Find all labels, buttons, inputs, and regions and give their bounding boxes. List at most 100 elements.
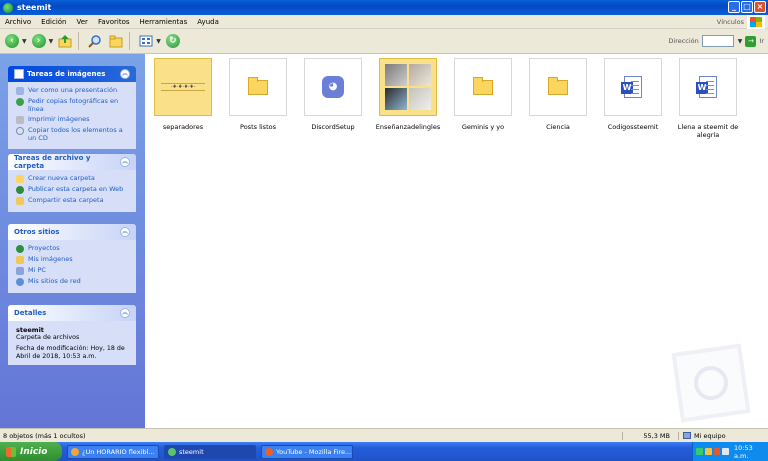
taskbar-item-label: ¿Un HORARIO flexibl... [82,447,155,456]
place-red[interactable]: Mis sitios de red [16,277,128,286]
search-button[interactable] [86,32,104,50]
details-modified: Fecha de modificación: Hoy, 18 de Abril … [16,345,125,360]
up-folder-button[interactable] [56,32,74,50]
file-item[interactable]: W Llena a steemit de alegría [672,58,744,139]
new-folder-icon [16,175,24,183]
menu-ver[interactable]: Ver [72,18,93,26]
menu-favoritos[interactable]: Favoritos [93,18,135,26]
status-size: 55,3 MB [622,431,678,440]
separator-preview: -♦-♦-♦-♦- [161,83,205,91]
task-share-folder[interactable]: Compartir esta carpeta [16,196,128,205]
word-document-icon: W [621,76,642,98]
sync-button[interactable]: ↻ [164,32,182,50]
address-dropdown-icon[interactable]: ▼ [738,38,743,45]
back-arrow-icon: ‹ [5,34,19,48]
toolbar-separator [78,32,80,50]
forward-arrow-icon: › [31,34,46,48]
file-item[interactable]: Posts listos [222,58,294,132]
windows-logo-icon [747,15,765,29]
file-name: Ciencia [546,123,570,131]
address-input[interactable] [701,35,734,47]
views-button[interactable] [137,32,155,50]
task-pane: Tareas de imágenes ︽ Ver como una presen… [0,54,145,428]
taskbar-item[interactable]: YouTube - Mozilla Fire... [261,444,353,459]
task-new-folder[interactable]: Crear nueva carpeta [16,174,128,183]
other-places-panel: Otros sitios ︽ Proyectos Mis imágenes Mi… [8,224,136,293]
address-bar: Dirección ▼ → Ir [668,35,764,47]
status-location-cell: Mi equipo [678,431,768,440]
file-item[interactable]: Enseñanzadelingles [372,58,444,132]
forward-button[interactable]: › [30,32,48,50]
file-tasks-header[interactable]: Tareas de archivo y carpeta ︽ [8,154,136,170]
details-header[interactable]: Detalles ︽ [8,305,136,321]
order-prints-icon [16,98,24,106]
file-view[interactable]: -♦-♦-♦-♦- separadores Posts listos ◕ Dis… [145,54,768,428]
file-name: Llena a steemit de alegría [677,123,739,139]
task-order-prints[interactable]: Pedir copias fotográficas en línea [16,97,128,113]
discord-tile: ◕ [304,58,362,116]
folder-icon [248,76,268,95]
security-icon[interactable] [704,448,712,455]
collapse-chevron-icon[interactable]: ︽ [120,157,130,167]
file-item[interactable]: -♦-♦-♦-♦- separadores [147,58,219,132]
place-proyectos[interactable]: Proyectos [16,244,128,253]
collapse-chevron-icon[interactable]: ︽ [120,69,130,79]
pictures-folder-icon [16,256,24,264]
maximize-button[interactable]: □ [741,1,753,13]
back-button[interactable]: ‹ [3,32,21,50]
place-mi-pc[interactable]: Mi PC [16,266,128,275]
image-tasks-header[interactable]: Tareas de imágenes ︽ [8,66,136,82]
views-dropdown-icon[interactable]: ▼ [156,38,161,45]
menu-herramientas[interactable]: Herramientas [135,18,193,26]
title-bar[interactable]: steemit _ □ × [0,0,768,15]
windows-flag-icon [6,446,16,457]
clock[interactable]: 10:53 a.m. [734,444,768,460]
menu-archivo[interactable]: Archivo [0,18,36,26]
folder-app-icon [3,2,13,13]
place-mis-imagenes[interactable]: Mis imágenes [16,255,128,264]
project-icon [16,245,24,253]
go-label[interactable]: Ir [759,37,764,45]
back-dropdown-icon[interactable]: ▼ [22,38,27,45]
toolbar-separator [129,32,131,50]
collapse-chevron-icon[interactable]: ︽ [120,227,130,237]
file-item[interactable]: W Codigossteemit [597,58,669,132]
task-copy-to-cd[interactable]: Copiar todos los elementos a un CD [16,126,128,142]
image-tasks-panel: Tareas de imágenes ︽ Ver como una presen… [8,66,136,149]
menu-edicion[interactable]: Edición [36,18,71,26]
forward-dropdown-icon[interactable]: ▼ [49,38,54,45]
discord-icon: ◕ [322,76,344,98]
task-publish-web[interactable]: Publicar esta carpeta en Web [16,185,128,194]
task-print-images[interactable]: Imprimir imágenes [16,115,128,124]
cd-icon [16,127,24,135]
taskbar-item[interactable]: steemit [164,444,256,459]
folder-tile [454,58,512,116]
file-item[interactable]: ◕ DiscordSetup [297,58,369,132]
up-folder-icon [58,35,72,48]
file-name: Posts listos [240,123,276,131]
folders-button[interactable] [107,32,125,50]
close-button[interactable]: × [754,1,766,13]
antivirus-icon[interactable] [713,448,721,455]
links-label[interactable]: Vínculos [717,18,744,26]
network-icon[interactable] [696,448,703,455]
task-slideshow[interactable]: Ver como una presentación [16,86,128,95]
minimize-button[interactable]: _ [728,1,740,13]
collapse-chevron-icon[interactable]: ︽ [120,308,130,318]
place-label: Mi PC [28,266,46,274]
place-label: Proyectos [28,244,60,252]
task-label: Pedir copias fotográficas en línea [28,97,119,113]
volume-icon[interactable] [722,448,729,455]
menu-ayuda[interactable]: Ayuda [192,18,224,26]
share-folder-icon [16,197,24,205]
task-label: Crear nueva carpeta [28,174,95,182]
taskbar-item[interactable]: ¿Un HORARIO flexibl... [67,444,159,459]
other-places-header[interactable]: Otros sitios ︽ [8,224,136,240]
file-item[interactable]: Geminis y yo [447,58,519,132]
start-button[interactable]: Inicio [0,442,62,461]
folder-icon [548,76,568,95]
go-arrow-icon[interactable]: → [745,35,757,47]
place-label: Mis sitios de red [28,277,81,285]
photo-preview-1 [385,64,407,86]
file-item[interactable]: Ciencia [522,58,594,132]
